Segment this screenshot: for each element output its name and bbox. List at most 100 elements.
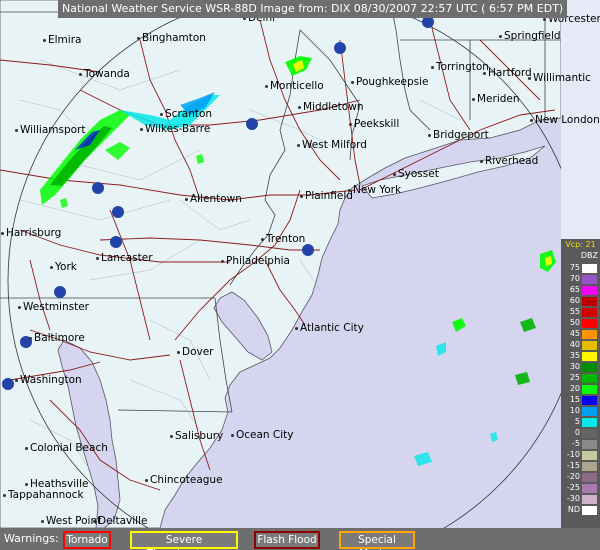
legend-color-swatch [582, 506, 597, 515]
tornado-warning-button[interactable]: Tornado [63, 531, 111, 549]
legend-color-swatch [582, 286, 597, 295]
city-label: Allentown [190, 193, 242, 205]
legend-level-label: -15 [566, 461, 580, 470]
legend-level-label: 50 [569, 318, 580, 327]
city-marker [140, 128, 143, 131]
legend-level: 75 [563, 263, 598, 273]
city-label: Springfield [504, 30, 561, 42]
legend-level: 35 [563, 351, 598, 361]
city-marker [43, 39, 46, 42]
city-marker [177, 351, 180, 354]
city-marker [160, 113, 163, 116]
legend-level: 25 [563, 373, 598, 383]
city-marker [185, 198, 188, 201]
city-marker [25, 483, 28, 486]
legend-level: 45 [563, 329, 598, 339]
vcp-label: Vcp: 21 [565, 240, 596, 249]
city-marker [15, 129, 18, 132]
city-label: Ocean City [236, 429, 294, 441]
city-marker [50, 266, 53, 269]
dbz-legend: Vcp: 21 DBZ 75 70 65 60 55 50 45 40 35 30 25 20 15 10… [561, 239, 600, 528]
legend-color-swatch [582, 429, 597, 438]
image-header: National Weather Service WSR-88D Image f… [58, 0, 568, 18]
legend-level-label: 35 [569, 351, 580, 360]
legend-level-label: 75 [569, 263, 580, 272]
legend-level: 5 [563, 417, 598, 427]
city-marker [1, 232, 4, 235]
legend-level-label: 25 [569, 373, 580, 382]
city-marker [393, 173, 396, 176]
legend-level: -5 [563, 439, 598, 449]
legend-color-swatch [582, 330, 597, 339]
city-label: Torrington [436, 61, 489, 73]
legend-level: -30 [563, 494, 598, 504]
city-label: Williamsport [20, 124, 86, 136]
legend-level-label: 70 [569, 274, 580, 283]
legend-level-label: -5 [572, 439, 580, 448]
city-label: Colonial Beach [30, 442, 108, 454]
city-label: Towanda [84, 68, 130, 80]
dbz-unit-label: DBZ [580, 251, 598, 260]
city-marker [297, 144, 300, 147]
legend-color-swatch [582, 319, 597, 328]
city-label: Chincoteague [150, 474, 223, 486]
legend-level: -20 [563, 472, 598, 482]
city-marker [25, 447, 28, 450]
legend-level-label: 65 [569, 285, 580, 294]
city-label: Harrisburg [6, 227, 62, 239]
legend-color-swatch [582, 418, 597, 427]
city-marker [483, 72, 486, 75]
legend-color-swatch [582, 440, 597, 449]
city-label: Philadelphia [226, 255, 290, 267]
city-label: Peekskill [354, 118, 400, 130]
city-label: Hartford [488, 67, 532, 79]
city-label: Binghamton [142, 32, 206, 44]
city-marker [137, 37, 140, 40]
city-marker [18, 306, 21, 309]
city-marker [530, 119, 533, 122]
legend-level: -25 [563, 483, 598, 493]
city-label: Washington [20, 374, 82, 386]
city-marker [295, 327, 298, 330]
city-marker [480, 160, 483, 163]
legend-level-label: ND [567, 505, 580, 514]
city-label: Atlantic City [300, 322, 364, 334]
city-marker [499, 35, 502, 38]
city-marker [300, 195, 303, 198]
legend-level: 50 [563, 318, 598, 328]
legend-color-swatch [582, 297, 597, 306]
severe-thunderstorm-warning-button[interactable]: Severe Thunderstorm [130, 531, 238, 550]
legend-level: -10 [563, 450, 598, 460]
special-marine-warning-button[interactable]: Special Marine [339, 531, 415, 550]
city-marker [431, 66, 434, 69]
flash-flood-warning-button[interactable]: Flash Flood [254, 531, 320, 549]
city-label: Middletown [303, 101, 364, 113]
legend-level-label: 10 [569, 406, 580, 415]
legend-level: 10 [563, 406, 598, 416]
city-label: Bridgeport [433, 129, 489, 141]
legend-color-swatch [582, 495, 597, 504]
legend-level: 20 [563, 384, 598, 394]
city-label: Monticello [270, 80, 324, 92]
legend-color-swatch [582, 264, 597, 273]
legend-level: 55 [563, 307, 598, 317]
city-label: Salisbury [175, 430, 224, 442]
city-marker [265, 85, 268, 88]
city-label: Syosset [398, 168, 439, 180]
city-label: Scranton [165, 108, 213, 120]
legend-level-label: -10 [566, 450, 580, 459]
city-marker [472, 98, 475, 101]
city-label: Meriden [477, 93, 520, 105]
city-label: Poughkeepsie [356, 76, 429, 88]
city-label: Trenton [266, 233, 306, 245]
city-label: Dover [182, 346, 214, 358]
city-marker [29, 337, 32, 340]
city-marker [231, 434, 234, 437]
radar-viewer: Delhi Worcester Elmira Binghamton Springfiel… [0, 0, 600, 550]
legend-color-swatch [582, 451, 597, 460]
legend-level-label: 5 [574, 417, 580, 426]
legend-level: 40 [563, 340, 598, 350]
city-label: Tappahannock [8, 489, 84, 501]
legend-level-label: -30 [566, 494, 580, 503]
warnings-bar: Warnings: Tornado Severe Thunderstorm Fl… [0, 528, 600, 550]
